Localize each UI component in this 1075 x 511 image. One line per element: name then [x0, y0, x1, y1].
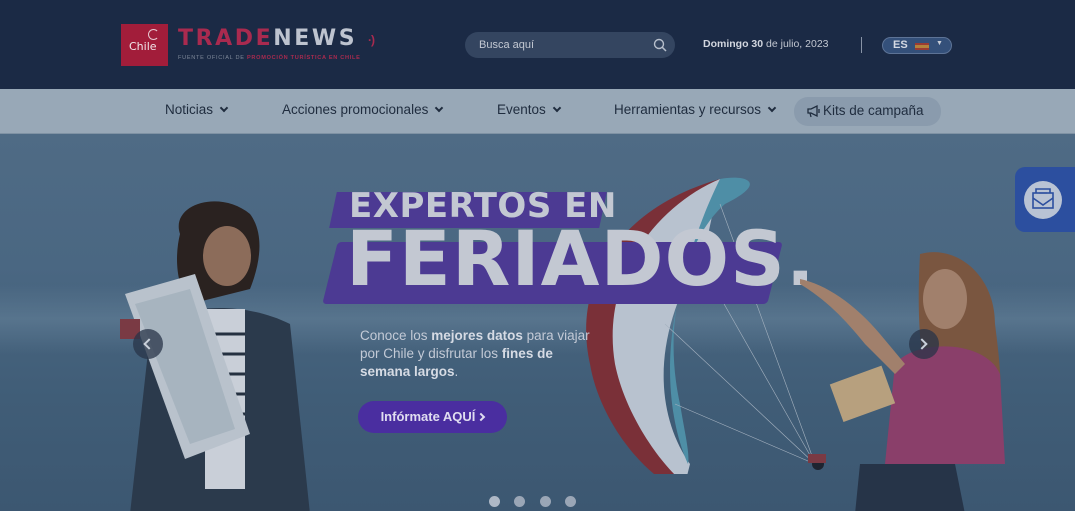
search-icon[interactable]	[653, 38, 667, 52]
newsletter-side-tab[interactable]	[1015, 167, 1075, 232]
carousel-dot[interactable]	[514, 496, 525, 507]
language-selector[interactable]: ES ▼	[882, 37, 952, 54]
hero-text-bold-1: mejores datos	[431, 328, 523, 343]
header-divider	[861, 37, 862, 53]
kits-label: Kits de campaña	[823, 103, 924, 118]
brand-tagline: FUENTE OFICIAL DE PROMOCIÓN TURÍSTICA EN…	[178, 55, 361, 61]
chevron-down-icon	[219, 103, 229, 113]
hero-description: Conoce los mejores datos para viajar por…	[360, 327, 590, 381]
search-input[interactable]	[479, 36, 649, 54]
carousel-next-button[interactable]	[909, 329, 939, 359]
brand-part-1: TRADE	[178, 26, 274, 51]
nav-item-label: Acciones promocionales	[282, 102, 429, 117]
carousel-prev-button[interactable]	[133, 329, 163, 359]
hero-text-3: .	[454, 364, 459, 379]
date-rest: de julio, 2023	[766, 38, 829, 50]
nav-item-label: Noticias	[165, 102, 214, 117]
brand-part-2: NEWS	[273, 26, 358, 51]
chevron-down-icon	[435, 103, 444, 113]
woman-pointing-illustration	[800, 252, 1005, 511]
tagline-bold: PROMOCIÓN TURÍSTICA EN CHILE	[246, 55, 361, 61]
headline-big: FERIADOS.	[346, 214, 816, 303]
chevron-right-icon	[477, 412, 486, 422]
chevron-right-icon	[916, 338, 928, 350]
nav-item-noticias[interactable]: Noticias	[165, 102, 229, 117]
newsletter-envelope-icon	[1032, 188, 1054, 209]
nav-item-label: Eventos	[497, 102, 546, 117]
megaphone-icon	[807, 104, 820, 118]
date-day: 30	[751, 38, 764, 50]
chevron-down-icon	[552, 103, 562, 113]
search-box	[465, 32, 675, 58]
hero-text-1: Conoce los	[360, 328, 432, 343]
chile-logo[interactable]: Chile	[121, 24, 168, 66]
carousel-dot[interactable]	[565, 496, 576, 507]
language-code: ES	[893, 39, 908, 51]
informate-aqui-button[interactable]: Infórmate AQUÍ	[358, 401, 507, 433]
chile-logo-text: Chile	[129, 40, 157, 53]
chevron-left-icon	[143, 338, 155, 350]
date-weekday: Domingo	[703, 38, 749, 50]
nav-item-herramientas-y-recursos[interactable]: Herramientas y recursos	[614, 102, 777, 117]
carousel-dot[interactable]	[489, 496, 500, 507]
chevron-down-icon	[767, 103, 777, 113]
kits-de-campana-button[interactable]: Kits de campaña	[794, 97, 941, 126]
hero-carousel: EXPERTOS EN FERIADOS. Conoce los mejores…	[0, 134, 1075, 511]
current-date: Domingo 30 de julio, 2023	[703, 38, 829, 50]
nav-item-eventos[interactable]: Eventos	[497, 102, 562, 117]
tagline-prefix: FUENTE OFICIAL DE	[178, 55, 245, 61]
newsletter-icon-circle	[1024, 181, 1062, 219]
carousel-dot[interactable]	[540, 496, 551, 507]
flag-spain-icon	[915, 43, 929, 50]
site-header: Chile TRADENEWS ·) FUENTE OFICIAL DE PRO…	[0, 0, 1075, 89]
tradenews-brand[interactable]: TRADENEWS	[178, 26, 357, 52]
signal-icon: ·)	[368, 33, 375, 47]
nav-item-acciones-promocionales[interactable]: Acciones promocionales	[282, 102, 444, 117]
caret-down-icon: ▼	[936, 40, 943, 47]
star-icon	[148, 29, 159, 40]
cta-label: Infórmate AQUÍ	[380, 409, 476, 424]
nav-item-label: Herramientas y recursos	[614, 102, 762, 117]
